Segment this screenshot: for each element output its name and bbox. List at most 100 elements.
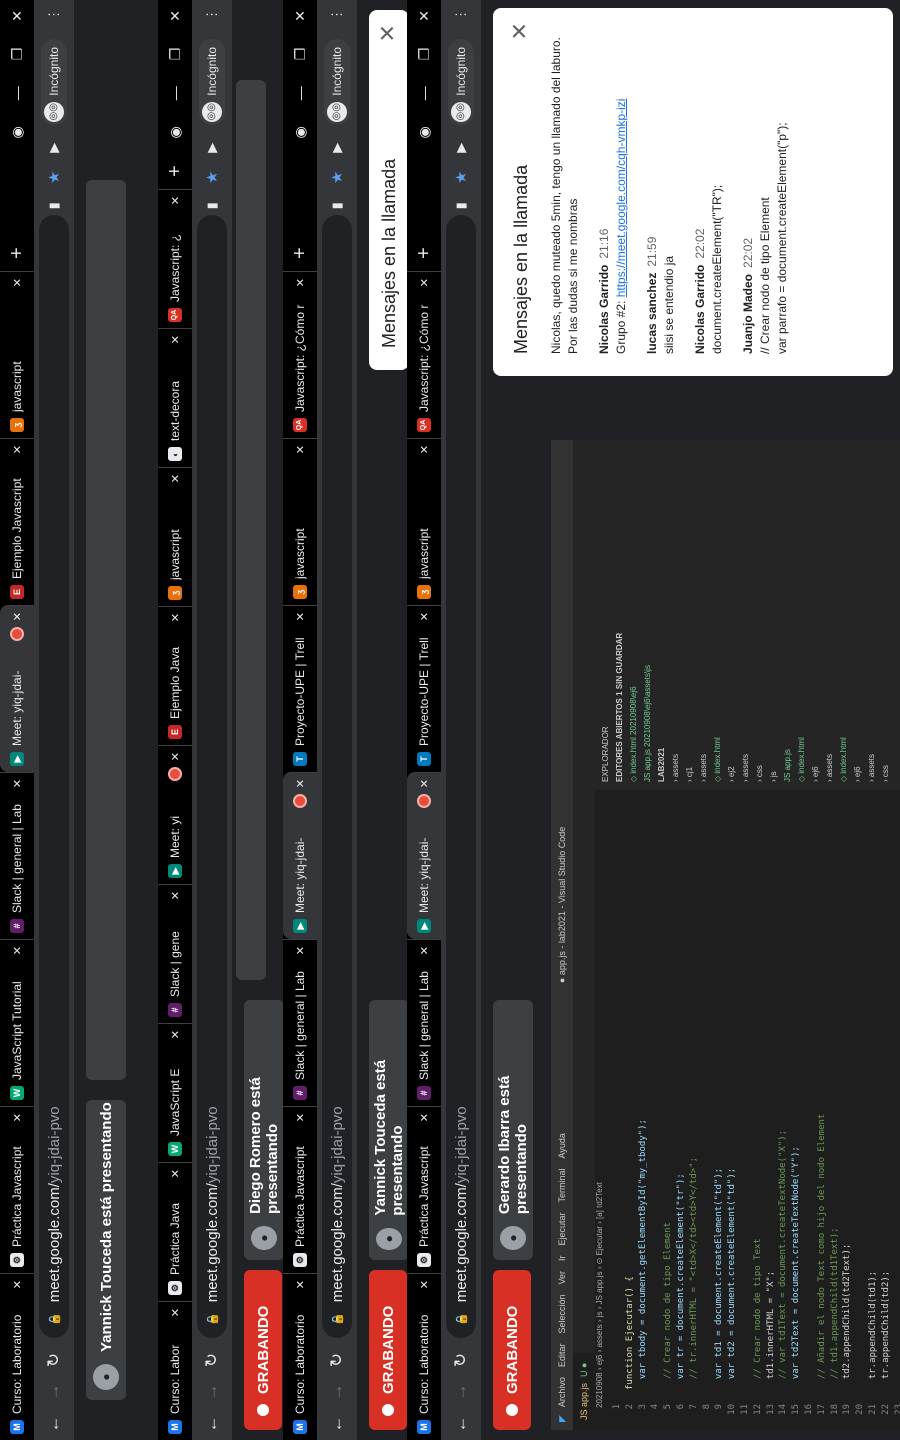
vscode-menu-item[interactable]: Ejecutar [557,1212,567,1245]
forward-icon[interactable]: → [451,1376,471,1408]
more-menu-icon[interactable]: ⋮ [453,8,469,21]
media-control-icon[interactable]: ▶ [453,143,469,153]
reload-icon[interactable]: ↻ [202,1344,222,1376]
incognito-badge[interactable]: ◎◎ Incógnito [448,39,474,125]
close-window-icon[interactable]: ✕ [9,10,26,22]
back-icon[interactable]: ← [202,1408,222,1440]
browser-tab[interactable]: T Proyecto-UPE | Trell ✕ [407,605,441,772]
tab-close-icon[interactable]: ✕ [169,1169,182,1178]
more-menu-icon[interactable]: ⋮ [204,8,220,21]
restore-icon[interactable]: ❐ [416,48,433,61]
extension-icon[interactable]: ▮ [453,202,469,209]
reload-icon[interactable]: ↻ [451,1344,471,1376]
tab-close-icon[interactable]: ✕ [294,1280,307,1289]
minimize-icon[interactable]: — [167,86,183,100]
close-chat-icon[interactable]: ✕ [507,22,533,40]
browser-tab[interactable]: ʒ javascript ✕ [283,438,317,605]
explorer-tree-item[interactable]: › assets [865,440,879,782]
code-editor[interactable]: 1 2function Ejecutar() {3 var tbody = doc… [611,1114,900,1430]
tab-close-icon[interactable]: ✕ [11,612,24,621]
explorer-tree-item[interactable]: › assets [739,440,753,782]
browser-tab[interactable]: M Curso: Laboratorio ✕ [407,1273,441,1440]
more-menu-icon[interactable]: ⋮ [46,8,62,21]
explorer-tree-item[interactable]: ◇ index.html [837,440,851,782]
vscode-tab[interactable]: JS app.js U ● [573,1352,595,1430]
restore-icon[interactable]: ❐ [167,48,184,61]
window-menu-icon[interactable]: ◉ [167,126,184,138]
tab-close-icon[interactable]: ✕ [169,891,182,900]
reload-icon[interactable]: ↻ [44,1344,64,1376]
tab-close-icon[interactable]: ✕ [294,1113,307,1122]
explorer-tree-item[interactable]: › ej6 [809,440,823,782]
restore-icon[interactable]: ❐ [9,48,26,61]
explorer-tree-item[interactable]: › assets [823,440,837,782]
bookmark-star-icon[interactable]: ★ [328,171,346,184]
explorer-tree-item[interactable]: ◇ index.html [711,440,725,782]
explorer-tree-item[interactable]: › ej2 [725,440,739,782]
incognito-badge[interactable]: ◎◎ Incógnito [199,39,225,125]
browser-tab[interactable]: ʒ javascript ✕ [407,438,441,605]
explorer-tree-item[interactable]: › assets [697,440,711,782]
tab-close-icon[interactable]: ✕ [418,1113,431,1122]
incognito-badge[interactable]: ◎◎ Incógnito [324,39,350,125]
tab-close-icon[interactable]: ✕ [11,278,24,287]
forward-icon[interactable]: → [202,1376,222,1408]
more-menu-icon[interactable]: ⋮ [329,8,345,21]
incognito-badge[interactable]: ◎◎ Incógnito [41,39,67,125]
minimize-icon[interactable]: — [9,86,25,100]
browser-tab[interactable]: # Slack | general | Lab ✕ [283,939,317,1106]
tab-close-icon[interactable]: ✕ [418,1280,431,1289]
tab-close-icon[interactable]: ✕ [418,612,431,621]
address-bar[interactable]: 🔒 meet.google.com/yiq-jdai-pvo [39,215,69,1338]
tab-close-icon[interactable]: ✕ [11,946,24,955]
browser-tab[interactable]: ▶ Meet: yiq-jdai- ✕ [283,772,317,939]
browser-tab[interactable]: W JavaScript Tutorial ✕ [0,939,34,1106]
window-menu-icon[interactable]: ◉ [9,126,26,138]
minimize-icon[interactable]: — [292,86,308,100]
vscode-menu-item[interactable]: Archivo [557,1377,567,1407]
browser-tab[interactable]: # Slack | gene ✕ [158,884,192,1023]
tab-close-icon[interactable]: ✕ [11,1280,24,1289]
tab-close-icon[interactable]: ✕ [169,474,182,483]
media-control-icon[interactable]: ▶ [46,143,62,153]
tab-close-icon[interactable]: ✕ [418,278,431,287]
restore-icon[interactable]: ❐ [292,48,309,61]
address-bar[interactable]: 🔒 meet.google.com/yiq-jdai-pvo [197,215,227,1338]
close-window-icon[interactable]: ✕ [292,10,309,22]
tab-close-icon[interactable]: ✕ [169,335,182,344]
new-tab-button[interactable]: + [289,235,312,271]
tab-close-icon[interactable]: ✕ [11,779,24,788]
tab-close-icon[interactable]: ✕ [418,946,431,955]
open-editor-item[interactable]: JS app.js 20210908\ej6\assets\js [641,440,655,782]
browser-tab[interactable]: E Ejemplo Java ✕ [158,606,192,745]
browser-tab[interactable]: ▶ Meet: yiq-jdai- ✕ [0,605,34,772]
browser-tab[interactable]: ▶ Meet: yi ✕ [158,745,192,884]
bookmark-star-icon[interactable]: ★ [203,171,221,184]
close-window-icon[interactable]: ✕ [416,10,433,22]
back-icon[interactable]: ← [327,1408,347,1440]
browser-tab[interactable]: M Curso: Laboratorio ✕ [283,1273,317,1440]
tab-close-icon[interactable]: ✕ [294,946,307,955]
new-tab-button[interactable]: + [413,235,436,271]
vscode-menu-item[interactable]: Ver [557,1271,567,1285]
tab-close-icon[interactable]: ✕ [169,196,182,205]
extension-icon[interactable]: ▮ [46,202,62,209]
media-control-icon[interactable]: ▶ [329,143,345,153]
minimize-icon[interactable]: — [416,86,432,100]
browser-tab[interactable]: E Ejemplo Javascript ✕ [0,438,34,605]
media-control-icon[interactable]: ▶ [204,143,220,153]
browser-tab[interactable]: ⚙ Práctica Javascript ✕ [283,1106,317,1273]
browser-tab[interactable]: QA Javascript: ¿Cómo r ✕ [283,271,317,438]
bookmark-star-icon[interactable]: ★ [452,171,470,184]
extension-icon[interactable]: ▮ [204,202,220,209]
close-chat-icon[interactable]: ✕ [375,24,401,42]
browser-tab[interactable]: M Curso: Labor ✕ [158,1301,192,1440]
browser-tab[interactable]: ⚙ Práctica Javascript ✕ [0,1106,34,1273]
vscode-menu-item[interactable]: Terminal [557,1168,567,1202]
browser-tab[interactable]: QA Javascript: ¿Cómo r ✕ [407,271,441,438]
vscode-menu-item[interactable]: Ir [557,1256,567,1262]
browser-tab[interactable]: ʒ javascript ✕ [158,467,192,606]
forward-icon[interactable]: → [327,1376,347,1408]
vscode-menu-item[interactable]: Editar [557,1344,567,1368]
explorer-tree-item[interactable]: JS app.js [781,440,795,782]
